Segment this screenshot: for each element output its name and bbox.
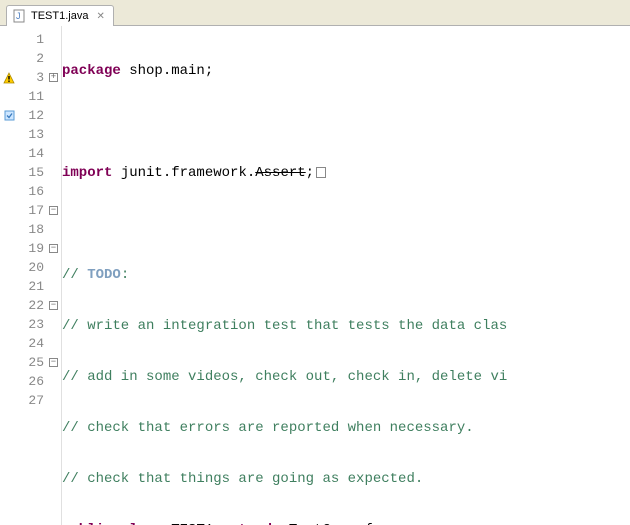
line-number: 14 xyxy=(18,144,48,163)
line-number: 11 xyxy=(18,87,48,106)
line-number: 12 xyxy=(18,106,48,125)
code-line: // check that things are going as expect… xyxy=(62,470,630,489)
java-file-icon: J xyxy=(13,9,27,23)
line-number: 2 xyxy=(18,49,48,68)
tab-label: TEST1.java xyxy=(31,10,88,22)
code-line xyxy=(62,215,630,234)
code-area[interactable]: package shop.main; import junit.framewor… xyxy=(62,26,630,525)
code-editor[interactable]: 1 2 3 11 12 13 14 15 16 17 18 19 20 21 2… xyxy=(0,26,630,525)
task-icon xyxy=(0,106,18,125)
line-number: 13 xyxy=(18,125,48,144)
editor-tab[interactable]: J TEST1.java ✕ xyxy=(6,5,114,26)
folded-import-box[interactable] xyxy=(316,167,326,178)
fold-collapse-icon[interactable]: − xyxy=(49,206,58,215)
code-line: // check that errors are reported when n… xyxy=(62,419,630,438)
warning-icon xyxy=(0,68,18,87)
annotation-gutter xyxy=(0,26,18,525)
code-line: package shop.main; xyxy=(62,62,630,81)
line-number: 27 xyxy=(18,391,48,410)
line-number: 18 xyxy=(18,220,48,239)
fold-collapse-icon[interactable]: − xyxy=(49,244,58,253)
code-line: public class TEST1 extends TestCase { xyxy=(62,521,630,525)
fold-expand-icon[interactable]: + xyxy=(49,73,58,82)
line-number: 25 xyxy=(18,353,48,372)
editor-tab-bar: J TEST1.java ✕ xyxy=(0,0,630,26)
line-number: 17 xyxy=(18,201,48,220)
code-line: // TODO: xyxy=(62,266,630,285)
code-line xyxy=(62,113,630,132)
code-line: // add in some videos, check out, check … xyxy=(62,368,630,387)
svg-text:J: J xyxy=(16,11,21,21)
close-icon[interactable]: ✕ xyxy=(96,11,104,22)
line-number: 26 xyxy=(18,372,48,391)
line-number: 19 xyxy=(18,239,48,258)
line-number: 20 xyxy=(18,258,48,277)
line-number: 16 xyxy=(18,182,48,201)
line-number: 21 xyxy=(18,277,48,296)
line-number: 24 xyxy=(18,334,48,353)
code-line: // write an integration test that tests … xyxy=(62,317,630,336)
fold-collapse-icon[interactable]: − xyxy=(49,301,58,310)
line-number: 3 xyxy=(18,68,48,87)
fold-gutter: + − − − − xyxy=(48,26,62,525)
line-number: 22 xyxy=(18,296,48,315)
line-number: 15 xyxy=(18,163,48,182)
code-line: import junit.framework.Assert; xyxy=(62,164,630,183)
line-number-gutter: 1 2 3 11 12 13 14 15 16 17 18 19 20 21 2… xyxy=(18,26,48,525)
line-number: 1 xyxy=(18,30,48,49)
fold-collapse-icon[interactable]: − xyxy=(49,358,58,367)
line-number: 23 xyxy=(18,315,48,334)
